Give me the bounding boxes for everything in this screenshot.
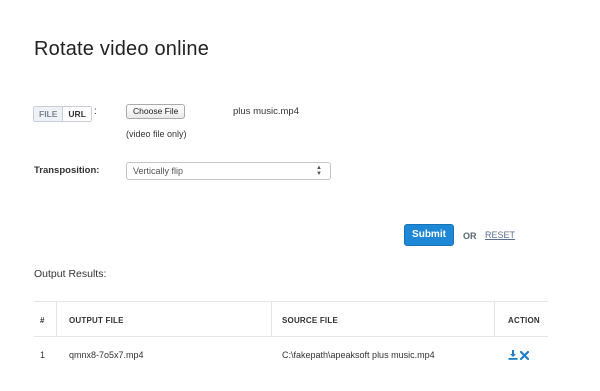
source-file-path: C:\fakepath\apeaksoft plus music.mp4 xyxy=(282,350,435,360)
column-divider xyxy=(56,302,57,336)
url-source-tab[interactable]: URL xyxy=(63,107,91,121)
results-table: # OUTPUT FILE SOURCE FILE ACTION 1 qmnx8… xyxy=(34,301,548,373)
select-arrows-icon: ▲ ▼ xyxy=(316,165,322,177)
transposition-selected-value: Vertically flip xyxy=(133,166,184,176)
column-divider xyxy=(271,302,272,336)
file-source-tab[interactable]: FILE xyxy=(34,107,64,121)
page-title: Rotate video online xyxy=(34,38,210,60)
row-number: 1 xyxy=(40,350,46,360)
column-divider xyxy=(494,302,495,336)
row-actions xyxy=(508,337,529,373)
transposition-label: Transposition: xyxy=(34,165,100,176)
table-row: 1 qmnx8-7o5x7.mp4 C:\fakepath\apeaksoft … xyxy=(34,337,548,373)
column-header-number: # xyxy=(40,315,45,325)
column-header-action: ACTION xyxy=(508,315,540,325)
reset-link[interactable]: RESET xyxy=(485,230,515,240)
column-header-source-file: SOURCE FILE xyxy=(282,315,338,325)
delete-icon[interactable] xyxy=(520,350,529,360)
selected-file-name: plus music.mp4 xyxy=(233,106,299,117)
or-separator: OR xyxy=(463,231,477,241)
file-type-note: (video file only) xyxy=(126,129,187,139)
table-header-row: # OUTPUT FILE SOURCE FILE ACTION xyxy=(34,301,548,337)
output-results-heading: Output Results: xyxy=(34,268,107,280)
transposition-select[interactable]: Vertically flip ▲ ▼ xyxy=(126,162,331,180)
submit-button[interactable]: Submit xyxy=(404,224,454,246)
output-file-link[interactable]: qmnx8-7o5x7.mp4 xyxy=(69,337,144,373)
download-icon[interactable] xyxy=(508,350,518,360)
column-header-output-file: OUTPUT FILE xyxy=(69,315,124,325)
source-separator: : xyxy=(94,106,97,117)
choose-file-button[interactable]: Choose File xyxy=(126,104,186,119)
source-toggle: FILE URL xyxy=(33,106,92,122)
